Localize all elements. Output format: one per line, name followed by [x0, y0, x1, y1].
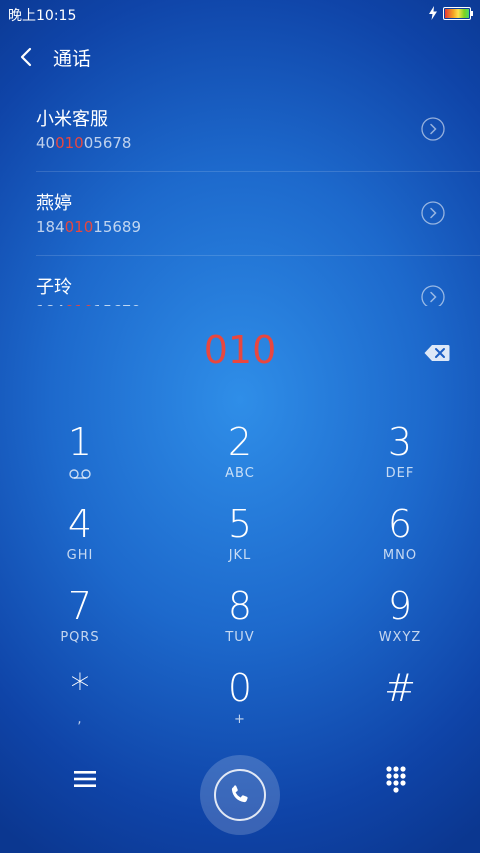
charging-icon — [429, 6, 437, 20]
key-letters: PQRS — [60, 630, 100, 645]
key-digit: 6 — [387, 502, 413, 546]
contact-row[interactable]: 燕婷 18401015689 — [0, 172, 480, 256]
chevron-right-circle-icon[interactable] — [421, 201, 445, 225]
key-letters: + — [234, 712, 246, 727]
key-9[interactable]: 9 WXYZ — [350, 586, 450, 664]
contact-row[interactable]: 子玲 18401015679 — [0, 256, 480, 306]
key-letters: , — [77, 712, 83, 727]
contact-number: 18401015689 — [36, 218, 141, 236]
key-digit: 7 — [67, 584, 93, 628]
dialpad-icon[interactable] — [385, 765, 407, 793]
key-0[interactable]: 0 + — [190, 668, 290, 746]
key-digit: 8 — [227, 584, 253, 628]
key-letters: TUV — [225, 630, 255, 645]
battery-icon — [443, 7, 473, 20]
call-button[interactable] — [200, 755, 280, 835]
header: 通话 — [0, 28, 480, 88]
key-1[interactable]: 1 — [30, 422, 130, 500]
key-letters: ABC — [225, 466, 255, 481]
key-digit: 5 — [227, 502, 253, 546]
chevron-right-circle-icon[interactable] — [421, 285, 445, 306]
back-icon[interactable] — [16, 46, 38, 68]
chevron-right-circle-icon[interactable] — [421, 117, 445, 141]
key-digit: 3 — [387, 420, 413, 464]
key-digit: * — [70, 666, 90, 710]
key-8[interactable]: 8 TUV — [190, 586, 290, 664]
key-digit: 9 — [387, 584, 413, 628]
status-bar: 晚上10:15 — [0, 0, 480, 28]
phone-icon — [231, 785, 248, 803]
number-match: 010 — [65, 302, 94, 306]
bottom-bar — [0, 750, 480, 840]
key-digit: # — [384, 666, 416, 710]
voicemail-icon — [69, 469, 91, 479]
dialed-number-display: 010 — [203, 328, 277, 372]
key-3[interactable]: 3 DEF — [350, 422, 450, 500]
key-hash[interactable]: # — [350, 668, 450, 746]
call-button-ring — [214, 769, 266, 821]
key-letters: MNO — [382, 548, 418, 563]
backspace-icon[interactable] — [424, 344, 450, 362]
key-letters: JKL — [228, 548, 252, 563]
key-digit: 4 — [67, 502, 93, 546]
key-letters: DEF — [385, 466, 415, 481]
contact-name: 燕婷 — [36, 193, 72, 214]
contact-name: 子玲 — [36, 277, 72, 298]
contact-results-list: 小米客服 4001005678 燕婷 18401015689 子玲 184010… — [0, 88, 480, 306]
key-6[interactable]: 6 MNO — [350, 504, 450, 582]
key-letters: WXYZ — [378, 630, 422, 645]
number-match: 010 — [55, 134, 84, 152]
number-match: 010 — [64, 218, 94, 236]
page-title: 通话 — [53, 48, 92, 70]
menu-icon[interactable] — [74, 769, 96, 789]
contact-number: 18401015679 — [36, 302, 141, 306]
key-digit: 2 — [227, 420, 253, 464]
key-4[interactable]: 4 GHI — [30, 504, 130, 582]
key-5[interactable]: 5 JKL — [190, 504, 290, 582]
key-digit: 0 — [227, 666, 253, 710]
contact-name: 小米客服 — [36, 109, 108, 130]
contact-row[interactable]: 小米客服 4001005678 — [0, 88, 480, 172]
key-2[interactable]: 2 ABC — [190, 422, 290, 500]
key-digit: 1 — [67, 420, 93, 464]
status-time: 晚上10:15 — [8, 8, 77, 24]
key-letters: GHI — [66, 548, 94, 563]
key-star[interactable]: * , — [30, 668, 130, 746]
key-7[interactable]: 7 PQRS — [30, 586, 130, 664]
contact-number: 4001005678 — [36, 134, 132, 152]
